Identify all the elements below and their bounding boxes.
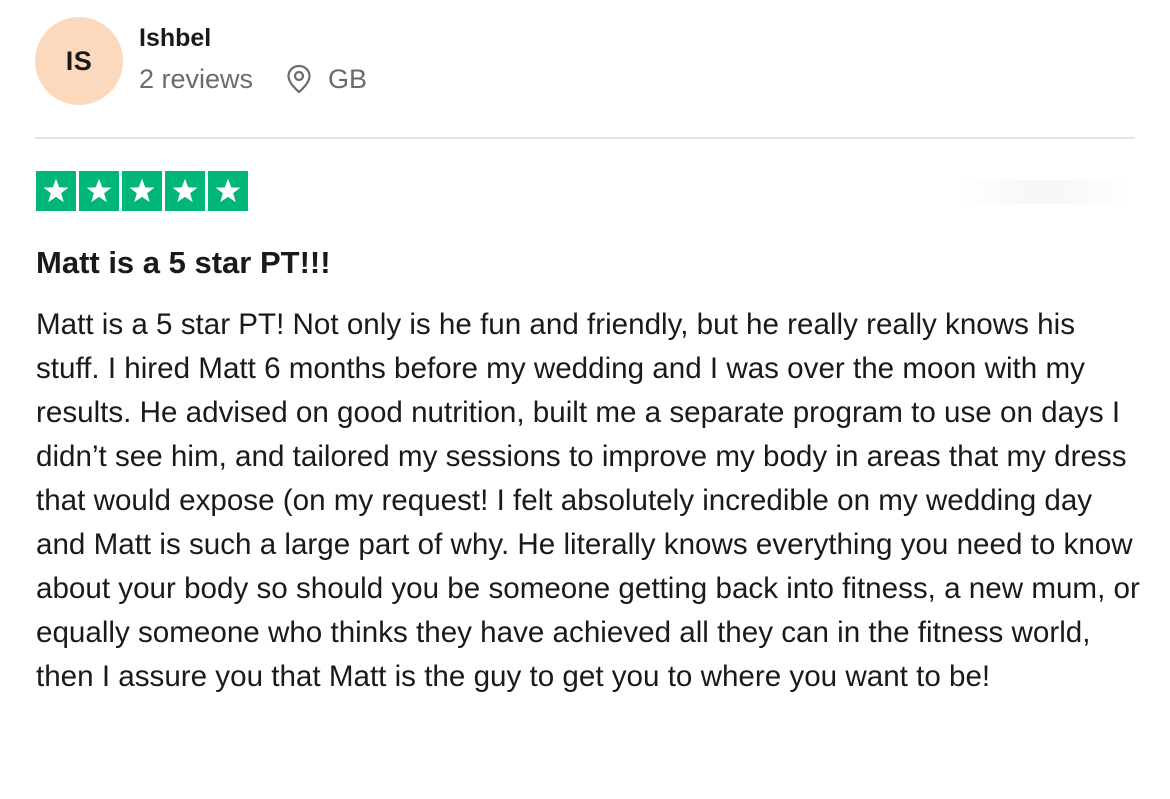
review-body: Matt is a 5 star PT! Not only is he fun … (36, 308, 1140, 693)
review-count: 2 reviews (139, 64, 254, 94)
avatar[interactable]: IS (35, 17, 123, 105)
map-pin-icon (286, 64, 312, 94)
reviewer-details: 2 reviews GB (139, 63, 367, 95)
star-icon (122, 171, 162, 211)
reviewer-name[interactable]: Ishbel (139, 23, 367, 53)
star-icon (165, 171, 205, 211)
star-rating (36, 171, 248, 211)
reviewer-country: GB (328, 64, 368, 94)
reviewer-location: GB (286, 63, 367, 95)
review-date-redacted (960, 180, 1130, 204)
reviewer-header: IS Ishbel 2 reviews GB (35, 17, 367, 105)
reviewer-meta: Ishbel 2 reviews GB (139, 17, 367, 95)
review-card: IS Ishbel 2 reviews GB Matt is a 5 star … (0, 0, 1170, 799)
divider (35, 137, 1135, 139)
star-icon (36, 171, 76, 211)
review-title[interactable]: Matt is a 5 star PT!!! (36, 243, 331, 283)
star-icon (208, 171, 248, 211)
star-icon (79, 171, 119, 211)
